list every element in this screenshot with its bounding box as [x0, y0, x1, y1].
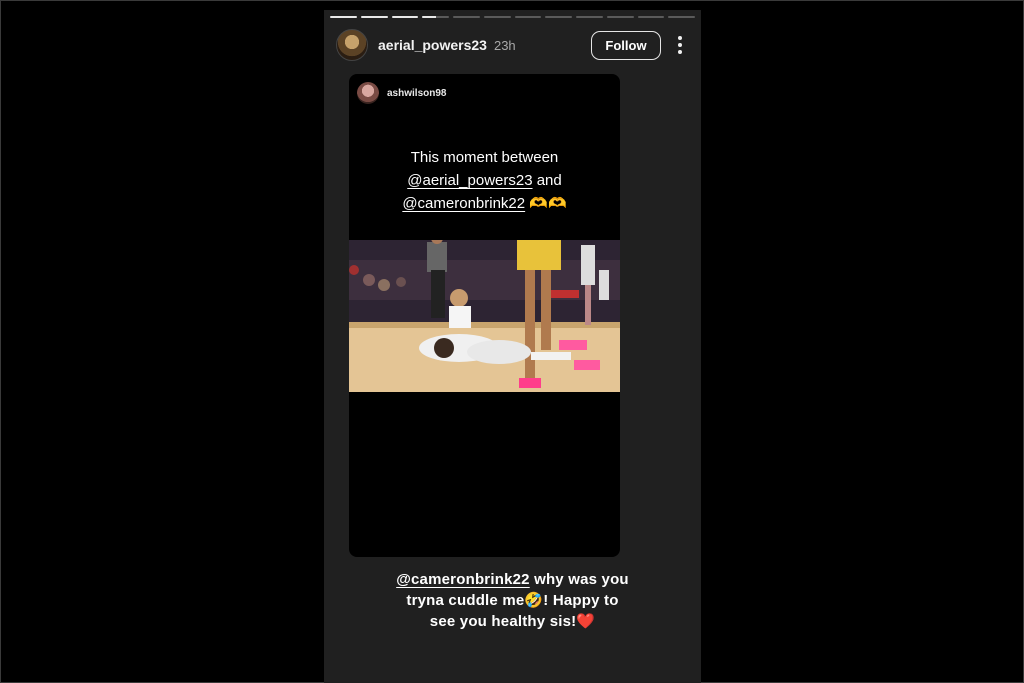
text-fragment: 🫶🫶 — [525, 195, 567, 212]
progress-segment — [391, 16, 419, 18]
progress-segment — [514, 16, 542, 18]
progress-segment — [545, 16, 572, 18]
text-fragment: and — [532, 172, 562, 189]
story-header: aerial_powers23 23h Follow — [336, 28, 691, 62]
progress-segment — [483, 16, 511, 18]
photo-illustration — [349, 240, 620, 392]
caption-line-3: see you healthy sis!❤️ — [429, 613, 596, 630]
follow-button[interactable]: Follow — [591, 30, 661, 60]
mention-link[interactable]: @aerial_powers23 — [407, 172, 532, 189]
progress-segment — [422, 16, 449, 18]
caption-line-1: @cameronbrink22 why was you — [324, 569, 701, 590]
story-timestamp: 23h — [493, 37, 516, 53]
reposted-avatar[interactable] — [357, 82, 379, 104]
caption-line-2: tryna cuddle me🤣! Happy to — [406, 592, 619, 609]
progress-segment — [637, 16, 665, 18]
progress-fill — [330, 16, 357, 18]
mention-link[interactable]: @cameronbrink22 — [402, 195, 525, 212]
avatar[interactable] — [336, 29, 368, 61]
progress-fill — [391, 16, 419, 18]
story-caption: @cameronbrink22 why was you tryna cuddle… — [324, 569, 701, 632]
progress-segment — [453, 16, 480, 18]
progress-segment — [668, 16, 695, 18]
reposted-header: ashwilson98 — [357, 82, 446, 104]
reposted-username[interactable]: ashwilson98 — [387, 88, 446, 99]
reposted-text-line-1: This moment between — [410, 149, 559, 166]
reposted-text-line-2: @aerial_powers23 and — [349, 169, 620, 192]
more-options-icon[interactable] — [669, 30, 691, 60]
mention-link[interactable]: @cameronbrink22 — [396, 571, 530, 588]
progress-fill — [422, 16, 436, 18]
progress-fill — [360, 16, 388, 18]
progress-segment — [606, 16, 634, 18]
story-viewer[interactable]: aerial_powers23 23h Follow ashwilson98 T… — [324, 10, 701, 683]
story-progress-bar — [330, 16, 695, 18]
progress-segment — [576, 16, 603, 18]
reposted-text: This moment between @aerial_powers23 and… — [349, 146, 620, 215]
progress-segment — [360, 16, 388, 18]
text-fragment: why was you — [529, 571, 629, 588]
progress-segment — [330, 16, 357, 18]
basketball-game-photo[interactable] — [349, 240, 620, 392]
reposted-story-card[interactable]: ashwilson98 This moment between @aerial_… — [349, 74, 620, 557]
reposted-text-line-3: @cameronbrink22 🫶🫶 — [349, 192, 620, 215]
story-username[interactable]: aerial_powers23 — [378, 37, 487, 53]
